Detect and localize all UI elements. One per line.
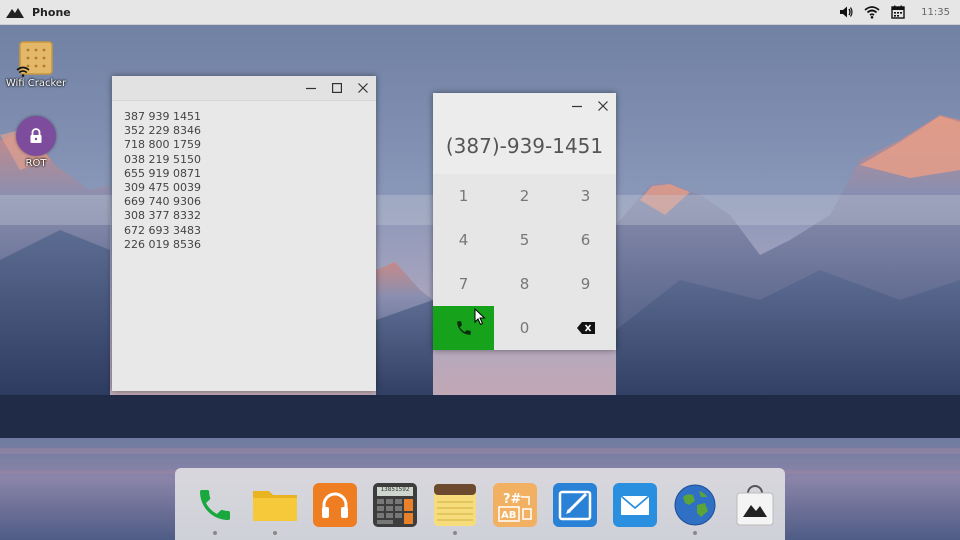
desktop-icon-label: Wifi Cracker	[5, 78, 67, 89]
app-store-icon	[732, 482, 778, 528]
desktop-icon-wifi-cracker[interactable]: Wifi Cracker	[0, 40, 74, 89]
key-7[interactable]: 7	[433, 262, 494, 306]
minimize-button[interactable]	[564, 93, 590, 118]
dial-keypad: 1 2 3 4 5 6 7 8 9 0	[433, 174, 616, 350]
key-5[interactable]: 5	[494, 218, 555, 262]
desktop-icon-rot[interactable]: ROT	[0, 116, 74, 169]
phone-dialer-window: (387)-939-1451 1 2 3 4 5 6 7 8 9 0	[433, 93, 616, 350]
dock-text-encoder[interactable]: ?# AB	[485, 468, 545, 540]
minimize-icon	[572, 105, 582, 107]
dock-phone[interactable]	[185, 468, 245, 540]
backspace-icon	[576, 322, 595, 334]
top-panel: Phone 11:35	[0, 0, 960, 25]
wifi-icon[interactable]	[863, 3, 881, 21]
notes-text-area[interactable]: 387 939 1451 352 229 8346 718 800 1759 0…	[112, 101, 376, 261]
volume-icon[interactable]	[837, 3, 855, 21]
active-app-title: Phone	[32, 5, 71, 19]
close-icon	[598, 100, 608, 111]
dock-files[interactable]	[245, 468, 305, 540]
notes-line: 308 377 8332	[124, 209, 201, 223]
key-8[interactable]: 8	[494, 262, 555, 306]
dock: 13851592 ?# AB	[175, 468, 785, 540]
key-9[interactable]: 9	[555, 262, 616, 306]
notes-line: 669 740 9306	[124, 195, 201, 209]
running-indicator	[273, 531, 277, 535]
dock-drawing[interactable]	[545, 468, 605, 540]
running-indicator	[213, 531, 217, 535]
dock-mail[interactable]	[605, 468, 665, 540]
key-4[interactable]: 4	[433, 218, 494, 262]
close-button[interactable]	[350, 76, 376, 101]
key-2[interactable]: 2	[494, 174, 555, 218]
notes-line: 718 800 1759	[124, 138, 201, 152]
minimize-button[interactable]	[298, 76, 324, 101]
system-tray: 11:35	[829, 0, 960, 25]
backspace-button[interactable]	[555, 306, 616, 350]
mouse-cursor-icon	[474, 308, 486, 326]
running-indicator	[453, 531, 457, 535]
notes-line: 226 019 8536	[124, 237, 201, 251]
key-6[interactable]: 6	[555, 218, 616, 262]
lock-icon	[16, 116, 56, 156]
notes-line: 309 475 0039	[124, 181, 201, 195]
cracker-icon	[16, 40, 54, 77]
maximize-icon	[332, 83, 342, 93]
calendar-icon[interactable]	[889, 3, 907, 21]
svg-text:?#: ?#	[503, 492, 522, 507]
notes-line: 672 693 3483	[124, 223, 201, 237]
minimize-icon	[306, 87, 316, 90]
mountain-logo-icon[interactable]	[6, 6, 24, 18]
dock-notepad[interactable]	[425, 468, 485, 540]
dialer-titlebar[interactable]	[433, 93, 616, 118]
key-3[interactable]: 3	[555, 174, 616, 218]
dock-music[interactable]	[305, 468, 365, 540]
close-icon	[358, 83, 368, 93]
dock-app-store[interactable]	[725, 468, 785, 540]
drawing-icon	[552, 482, 598, 528]
notepad-icon	[432, 482, 478, 528]
key-1[interactable]: 1	[433, 174, 494, 218]
notes-titlebar[interactable]	[112, 76, 376, 101]
notes-line: 655 919 0871	[124, 166, 201, 180]
phone-call-icon	[456, 321, 471, 335]
notes-line: 352 229 8346	[124, 124, 201, 138]
close-button[interactable]	[590, 93, 616, 118]
maximize-button[interactable]	[324, 76, 350, 101]
calculator-screen-text: 13851592	[380, 486, 410, 493]
dock-calculator[interactable]: 13851592	[365, 468, 425, 540]
running-indicator	[693, 531, 697, 535]
svg-text:AB: AB	[501, 510, 516, 521]
phone-icon	[192, 482, 238, 528]
dock-browser[interactable]	[665, 468, 725, 540]
folder-icon	[252, 482, 298, 528]
clock[interactable]: 11:35	[921, 7, 950, 18]
notes-line: 038 219 5150	[124, 152, 201, 166]
key-0[interactable]: 0	[494, 306, 555, 350]
text-encoder-icon: ?# AB	[492, 482, 538, 528]
headphones-icon	[312, 482, 358, 528]
calculator-icon: 13851592	[372, 482, 418, 528]
notes-line: 387 939 1451	[124, 110, 201, 123]
notes-window: 387 939 1451 352 229 8346 718 800 1759 0…	[112, 76, 376, 391]
dialed-number-display: (387)-939-1451	[433, 118, 616, 174]
globe-icon	[672, 482, 718, 528]
mail-icon	[612, 482, 658, 528]
desktop-icon-label: ROT	[25, 158, 47, 169]
